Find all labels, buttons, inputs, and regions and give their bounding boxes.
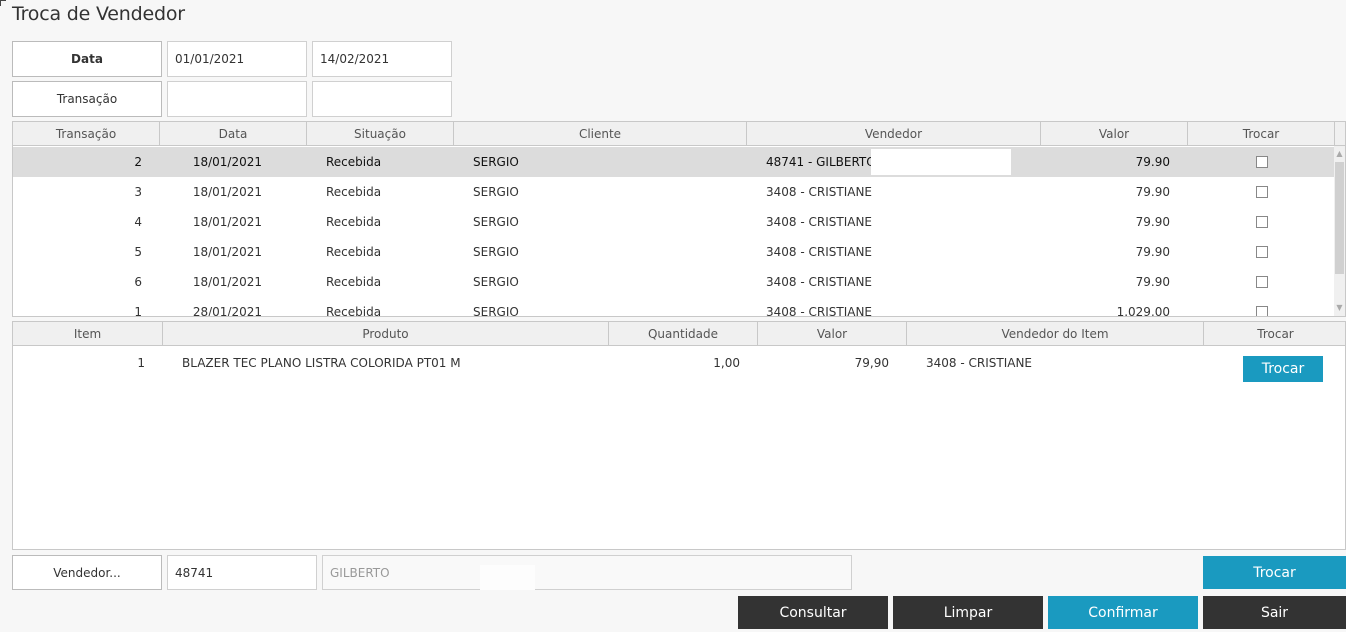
scroll-down-icon[interactable]: ▼ — [1334, 302, 1345, 314]
table-row[interactable]: 1 28/01/2021 Recebida SERGIO 3408 - CRIS… — [13, 297, 1336, 317]
vendedor-name-field: GILBERTO — [322, 555, 852, 590]
cell-item: 1 — [137, 356, 145, 370]
cell-vendedor: 3408 - CRISTIANE — [766, 305, 873, 317]
cell-data: 18/01/2021 — [192, 185, 262, 199]
cell-data: 18/01/2021 — [192, 155, 262, 169]
page-title: Troca de Vendedor — [12, 3, 185, 25]
cell-valor: 79.90 — [1135, 245, 1170, 259]
cell-trocar — [1188, 267, 1335, 297]
col-valor[interactable]: Valor — [758, 322, 907, 345]
cell-vendedor: 3408 - CRISTIANE — [766, 185, 873, 199]
transacao-filter-label: Transação — [12, 81, 162, 117]
cell-situacao: Recebida — [326, 275, 382, 289]
cell-vendedor: 3408 - CRISTIANE — [926, 356, 1033, 370]
cell-data: 18/01/2021 — [192, 245, 262, 259]
scrollbar-thumb[interactable] — [1335, 162, 1344, 274]
cell-situacao: Recebida — [326, 185, 382, 199]
transactions-grid: Transação Data Situação Cliente Vendedor… — [12, 121, 1346, 317]
table-row[interactable]: 2 18/01/2021 Recebida SERGIO 48741 - GIL… — [13, 147, 1336, 177]
cell-cliente: SERGIO — [473, 275, 519, 289]
cell-situacao: Recebida — [326, 215, 382, 229]
col-cliente[interactable]: Cliente — [454, 122, 747, 145]
col-transacao[interactable]: Transação — [13, 122, 160, 145]
cell-transacao: 3 — [134, 185, 142, 199]
transacao-from-input[interactable] — [167, 81, 307, 117]
cell-data: 28/01/2021 — [192, 305, 262, 317]
cell-trocar — [1188, 177, 1335, 207]
cell-trocar — [1188, 207, 1335, 237]
vendedor-lookup-button[interactable]: Vendedor... — [12, 555, 162, 590]
vendedor-code-input[interactable]: 48741 — [167, 555, 317, 590]
cell-cliente: SERGIO — [473, 185, 519, 199]
transactions-grid-header: Transação Data Situação Cliente Vendedor… — [13, 122, 1345, 146]
cell-cliente: SERGIO — [473, 305, 519, 317]
cell-vendedor: 3408 - CRISTIANE — [766, 275, 873, 289]
cell-cliente: SERGIO — [473, 215, 519, 229]
redaction-block — [871, 149, 1011, 175]
cell-trocar — [1188, 147, 1335, 177]
sair-button[interactable]: Sair — [1203, 596, 1346, 629]
cell-valor: 79.90 — [1135, 215, 1170, 229]
trocar-checkbox[interactable] — [1255, 216, 1268, 228]
cell-data: 18/01/2021 — [192, 215, 262, 229]
col-trocar[interactable]: Trocar — [1204, 322, 1345, 345]
table-row[interactable]: 5 18/01/2021 Recebida SERGIO 3408 - CRIS… — [13, 237, 1336, 267]
table-row[interactable]: 4 18/01/2021 Recebida SERGIO 3408 - CRIS… — [13, 207, 1336, 237]
items-grid: Item Produto Quantidade Valor Vendedor d… — [12, 321, 1346, 550]
cell-cliente: SERGIO — [473, 245, 519, 259]
col-valor[interactable]: Valor — [1041, 122, 1188, 145]
cell-transacao: 5 — [134, 245, 142, 259]
cell-cliente: SERGIO — [473, 155, 519, 169]
transactions-scrollbar[interactable]: ▲ ▼ — [1334, 146, 1345, 316]
trocar-checkbox[interactable] — [1255, 306, 1268, 316]
limpar-button[interactable]: Limpar — [893, 596, 1043, 629]
trocar-checkbox[interactable] — [1255, 186, 1268, 198]
cell-transacao: 4 — [134, 215, 142, 229]
col-situacao[interactable]: Situação — [307, 122, 454, 145]
trocar-checkbox[interactable] — [1255, 246, 1268, 258]
items-grid-header: Item Produto Quantidade Valor Vendedor d… — [13, 322, 1345, 346]
table-row[interactable]: 3 18/01/2021 Recebida SERGIO 3408 - CRIS… — [13, 177, 1336, 207]
col-data[interactable]: Data — [160, 122, 307, 145]
cell-transacao: 1 — [134, 305, 142, 317]
window-corner-marker — [0, 0, 6, 6]
cell-valor: 79,90 — [854, 356, 889, 370]
trocar-checkbox[interactable] — [1255, 156, 1268, 168]
data-filter-label: Data — [12, 41, 162, 77]
consultar-button[interactable]: Consultar — [738, 596, 888, 629]
col-item[interactable]: Item — [13, 322, 163, 345]
cell-valor: 79.90 — [1135, 275, 1170, 289]
trocar-button[interactable]: Trocar — [1203, 556, 1346, 589]
cell-trocar — [1188, 237, 1335, 267]
cell-trocar — [1188, 297, 1335, 316]
col-quantidade[interactable]: Quantidade — [609, 322, 758, 345]
table-row[interactable]: 6 18/01/2021 Recebida SERGIO 3408 - CRIS… — [13, 267, 1336, 297]
col-produto[interactable]: Produto — [163, 322, 609, 345]
cell-vendedor: 3408 - CRISTIANE — [766, 215, 873, 229]
cell-valor: 79.90 — [1135, 155, 1170, 169]
cell-transacao: 6 — [134, 275, 142, 289]
cell-produto: BLAZER TEC PLANO LISTRA COLORIDA PT01 M — [182, 356, 461, 370]
cell-situacao: Recebida — [326, 305, 382, 317]
data-from-input[interactable]: 01/01/2021 — [167, 41, 307, 77]
transacao-to-input[interactable] — [312, 81, 452, 117]
cell-quantidade: 1,00 — [713, 356, 740, 370]
confirmar-button[interactable]: Confirmar — [1048, 596, 1198, 629]
cell-valor: 79.90 — [1135, 185, 1170, 199]
cell-transacao: 2 — [134, 155, 142, 169]
table-row[interactable]: 1 BLAZER TEC PLANO LISTRA COLORIDA PT01 … — [13, 348, 1345, 378]
cell-vendedor: 3408 - CRISTIANE — [766, 245, 873, 259]
cell-situacao: Recebida — [326, 245, 382, 259]
col-vendedor[interactable]: Vendedor — [747, 122, 1041, 145]
item-trocar-button[interactable]: Trocar — [1243, 356, 1323, 382]
col-vendedor-item[interactable]: Vendedor do Item — [907, 322, 1204, 345]
cell-situacao: Recebida — [326, 155, 382, 169]
col-trocar[interactable]: Trocar — [1188, 122, 1335, 145]
trocar-checkbox[interactable] — [1255, 276, 1268, 288]
cell-data: 18/01/2021 — [192, 275, 262, 289]
redaction-block — [480, 565, 535, 590]
data-to-input[interactable]: 14/02/2021 — [312, 41, 452, 77]
scroll-up-icon[interactable]: ▲ — [1334, 148, 1345, 160]
cell-valor: 1.029,00 — [1116, 305, 1170, 317]
